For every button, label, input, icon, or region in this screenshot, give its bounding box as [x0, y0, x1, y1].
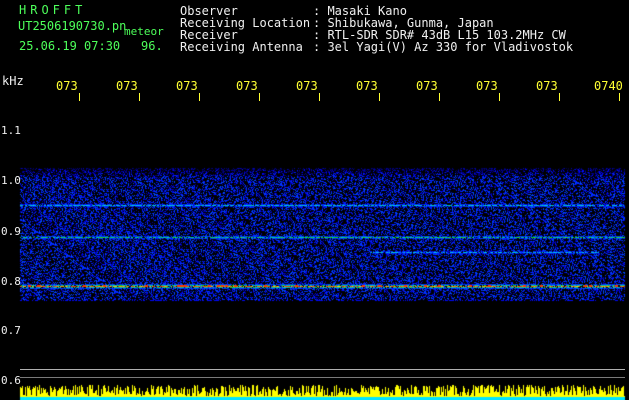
- axis-unit: kHz: [2, 74, 24, 88]
- time-tick: [379, 93, 380, 101]
- y-tick: 1.1: [1, 124, 21, 137]
- y-tick: 0.6: [1, 374, 21, 387]
- antenna-value: : 3el Yagi(V) Az 330 for Vladivostok: [313, 40, 574, 54]
- file-extension: meteor: [124, 25, 164, 38]
- app-brand: HROFFT: [19, 3, 87, 17]
- time-mark: 073: [416, 79, 438, 93]
- time-mark: 073: [296, 79, 318, 93]
- time-tick: [259, 93, 260, 101]
- time-tick: [319, 93, 320, 101]
- time-tick: [139, 93, 140, 101]
- spectrogram: [0, 0, 629, 400]
- time-tick: [439, 93, 440, 101]
- time-tick: [559, 93, 560, 101]
- time-tick: [619, 93, 620, 101]
- time-mark: 073: [536, 79, 558, 93]
- time-tick: [199, 93, 200, 101]
- date-time: 25.06.19 07:30: [19, 39, 121, 53]
- reference-line: [20, 377, 625, 378]
- time-mark: 073: [356, 79, 378, 93]
- file-name: UT2506190730.pn: [18, 19, 127, 33]
- time-mark: 073: [476, 79, 498, 93]
- count-value: 96.: [141, 39, 163, 53]
- y-tick: 0.9: [1, 225, 21, 238]
- antenna-label: Receiving Antenna: [180, 40, 303, 54]
- time-tick: [499, 93, 500, 101]
- y-tick: 0.8: [1, 275, 21, 288]
- time-mark: 073: [56, 79, 78, 93]
- time-mark: 0740: [594, 79, 623, 93]
- reference-line: [20, 369, 625, 370]
- time-mark: 073: [116, 79, 138, 93]
- time-mark: 073: [176, 79, 198, 93]
- y-tick: 1.0: [1, 174, 21, 187]
- y-tick: 0.7: [1, 324, 21, 337]
- time-mark: 073: [236, 79, 258, 93]
- time-tick: [79, 93, 80, 101]
